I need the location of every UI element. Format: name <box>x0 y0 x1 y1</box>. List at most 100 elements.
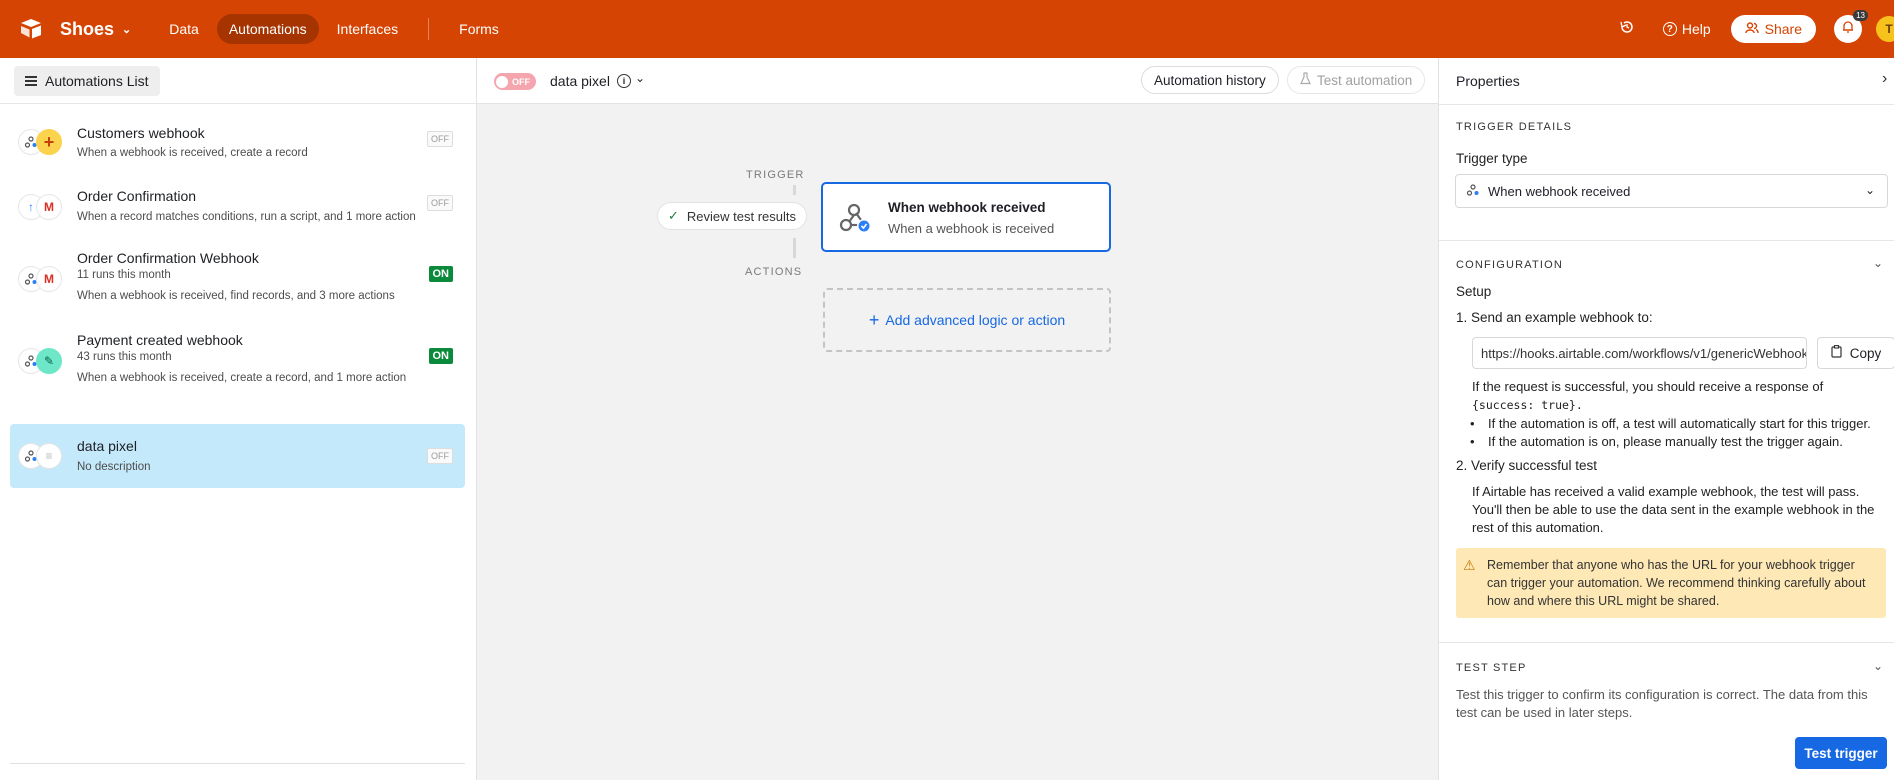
nav-divider <box>428 18 430 40</box>
properties-title: Properties <box>1456 73 1520 89</box>
top-right-actions: ? Help Share 13 T <box>1619 0 1894 58</box>
automations-list-label: Automations List <box>45 73 149 89</box>
automation-item-customers-webhook[interactable]: + Customers webhook When a webhook is re… <box>10 116 465 168</box>
configuration-label: CONFIGURATION <box>1456 259 1564 271</box>
share-button[interactable]: Share <box>1730 15 1816 43</box>
automations-sidebar: Automations List + Customers webhook Whe… <box>0 58 477 780</box>
automation-header: OFF data pixel i ⌄ Automation history Te… <box>477 58 1438 104</box>
automation-title: Customers webhook <box>77 125 205 141</box>
bell-icon <box>1842 20 1854 38</box>
status-badge: ON <box>428 348 453 364</box>
connector-line <box>793 238 796 258</box>
test-step-label: TEST STEP <box>1456 662 1527 674</box>
help-button[interactable]: ? Help <box>1662 21 1711 37</box>
add-action-label: Add advanced logic or action <box>885 312 1066 328</box>
toggle-knob <box>496 75 508 88</box>
share-label: Share <box>1764 21 1802 37</box>
verify-text: If Airtable has received a valid example… <box>1472 484 1875 535</box>
chevron-down-icon[interactable]: ⌄ <box>1873 659 1883 673</box>
test-automation-button[interactable]: Test automation <box>1287 66 1426 94</box>
help-label: Help <box>1681 21 1711 37</box>
test-automation-label: Test automation <box>1317 72 1413 88</box>
chevron-down-icon[interactable]: ⌄ <box>1873 256 1883 270</box>
automation-toggle[interactable]: OFF <box>494 73 536 90</box>
trigger-card[interactable]: When webhook received When a webhook is … <box>821 182 1111 252</box>
plus-icon: + <box>36 129 62 155</box>
actions-section-label: ACTIONS <box>745 266 803 278</box>
list-icon: ≡ <box>36 443 62 469</box>
toggle-label: OFF <box>512 76 530 87</box>
test-trigger-button[interactable]: Test trigger <box>1795 737 1887 769</box>
properties-panel: Properties › TRIGGER DETAILS Trigger typ… <box>1438 58 1894 780</box>
connector-line <box>793 185 796 195</box>
automation-item-data-pixel[interactable]: ≡ data pixel No description OFF <box>10 424 465 488</box>
automations-list-button[interactable]: Automations List <box>14 66 160 96</box>
automation-description: When a record matches conditions, run a … <box>77 211 416 223</box>
gmail-icon: M <box>36 266 62 292</box>
main-nav: Data Automations Interfaces Forms <box>157 14 511 44</box>
nav-interfaces[interactable]: Interfaces <box>325 14 410 44</box>
trigger-type-select[interactable]: When webhook received ⌄ <box>1455 174 1888 208</box>
response-code: {success: true}. <box>1472 398 1583 412</box>
close-icon[interactable]: › <box>1882 70 1887 88</box>
status-badge: ON <box>428 266 453 282</box>
automation-canvas: OFF data pixel i ⌄ Automation history Te… <box>477 58 1438 780</box>
info-icon[interactable]: i <box>617 74 631 88</box>
trigger-section-label: TRIGGER <box>746 169 805 181</box>
gmail-icon: M <box>36 194 62 220</box>
copy-button[interactable]: Copy <box>1817 337 1894 369</box>
step2-label: 2. Verify successful test <box>1456 458 1598 473</box>
automation-item-order-confirmation[interactable]: ↑ M Order Confirmation When a record mat… <box>10 180 465 232</box>
base-name-dropdown[interactable]: Shoes ⌄ <box>60 19 131 40</box>
chevron-down-icon[interactable]: ⌄ <box>635 71 645 85</box>
check-icon: ✓ <box>668 208 679 223</box>
trigger-card-subtitle: When a webhook is received <box>888 221 1055 236</box>
test-step-text: Test this trigger to confirm its configu… <box>1456 687 1868 720</box>
copy-label: Copy <box>1849 345 1882 361</box>
response-text: If the request is successful, you should… <box>1472 379 1824 394</box>
automation-icons: ↑ M <box>18 194 62 220</box>
chevron-down-icon: ⌄ <box>1864 183 1875 197</box>
setup-label: Setup <box>1456 284 1492 299</box>
pencil-icon: ✎ <box>36 348 62 374</box>
panel-divider <box>1439 104 1894 105</box>
nav-automations[interactable]: Automations <box>216 14 319 44</box>
base-name: Shoes <box>60 18 115 39</box>
warning-text: Remember that anyone who has the URL for… <box>1487 558 1866 608</box>
review-test-results-button[interactable]: ✓ Review test results <box>657 202 807 230</box>
trigger-card-title: When webhook received <box>888 200 1046 215</box>
webhook-icon <box>837 200 873 236</box>
user-avatar[interactable]: T <box>1876 16 1894 42</box>
security-warning: ⚠ Remember that anyone who has the URL f… <box>1456 548 1886 618</box>
automation-icons: ≡ <box>18 443 62 469</box>
status-badge: OFF <box>427 131 453 147</box>
sidebar-bottom-divider <box>10 763 465 764</box>
panel-divider <box>1439 642 1894 643</box>
notifications-button[interactable]: 13 <box>1834 10 1868 43</box>
automation-description: When a webhook is received, create a rec… <box>77 147 308 159</box>
panel-divider <box>1439 240 1894 241</box>
add-action-button[interactable]: + Add advanced logic or action <box>823 288 1111 352</box>
step1-label: 1. Send an example webhook to: <box>1456 310 1653 325</box>
automation-title: Order Confirmation <box>77 188 197 204</box>
base-history-icon[interactable] <box>1619 19 1635 40</box>
airtable-logo-icon[interactable] <box>18 16 44 42</box>
automation-runs: 43 runs this month <box>77 351 172 363</box>
automation-title: Payment created webhook <box>77 332 243 348</box>
flask-icon <box>1300 72 1311 88</box>
automation-item-payment-created-webhook[interactable]: ✎ Payment created webhook 43 runs this m… <box>10 326 465 394</box>
bullet-text: If the automation is off, a test will au… <box>1488 416 1871 431</box>
automation-icons: M <box>18 266 62 292</box>
nav-data[interactable]: Data <box>157 14 211 44</box>
top-bar: Shoes ⌄ Data Automations Interfaces Form… <box>0 0 1894 58</box>
automation-name[interactable]: data pixel <box>550 73 610 89</box>
chevron-down-icon: ⌄ <box>122 23 132 36</box>
automation-history-button[interactable]: Automation history <box>1141 66 1279 94</box>
trigger-type-value: When webhook received <box>1488 183 1631 199</box>
automation-runs: 11 runs this month <box>77 269 171 281</box>
help-icon: ? <box>1662 22 1677 36</box>
webhook-url-field[interactable]: https://hooks.airtable.com/workflows/v1/… <box>1472 337 1807 369</box>
automation-item-order-confirmation-webhook[interactable]: M Order Confirmation Webhook 11 runs thi… <box>10 244 465 312</box>
nav-forms[interactable]: Forms <box>447 14 511 44</box>
sidebar-divider <box>0 103 477 104</box>
